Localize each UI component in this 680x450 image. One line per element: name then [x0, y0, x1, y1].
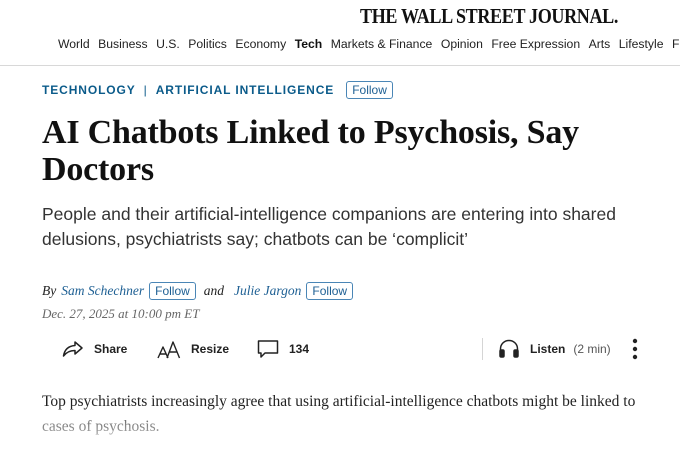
nav-item-tech[interactable]: Tech: [295, 37, 323, 51]
comment-icon: [257, 339, 279, 359]
nav-item-economy[interactable]: Economy: [235, 37, 286, 51]
listen-label: Listen: [530, 342, 566, 356]
headphones-icon: [498, 339, 520, 359]
article-headline: AI Chatbots Linked to Psychosis, Say Doc…: [42, 114, 579, 188]
share-label: Share: [94, 342, 128, 356]
header-divider: [0, 65, 680, 66]
publish-date: Dec. 27, 2025 at 10:00 pm ET: [42, 306, 200, 321]
nav-item-markets-finance[interactable]: Markets & Finance: [331, 37, 433, 51]
nav-item-free-expression[interactable]: Free Expression: [491, 37, 580, 51]
nav-item-opinion[interactable]: Opinion: [441, 37, 483, 51]
resize-button[interactable]: Resize: [157, 336, 229, 362]
more-vertical-icon: [632, 338, 638, 360]
comments-button[interactable]: 134: [257, 336, 309, 362]
nav-item-politics[interactable]: Politics: [188, 37, 227, 51]
text-resize-icon: [157, 339, 181, 359]
masthead-logo[interactable]: THE WALL STREET JOURNAL.: [360, 4, 618, 29]
author-link-2[interactable]: Julie Jargon: [234, 283, 301, 299]
more-options-button[interactable]: [630, 336, 640, 362]
resize-label: Resize: [191, 342, 230, 356]
follow-topic-button[interactable]: Follow: [346, 81, 393, 99]
nav-item-arts[interactable]: Arts: [589, 37, 611, 51]
share-icon: [62, 340, 84, 358]
section-nav: World Business U.S. Politics Economy Tec…: [58, 37, 680, 51]
toolbar-divider: [482, 338, 483, 360]
listen-button[interactable]: Listen (2 min): [498, 336, 611, 362]
section-ai-link[interactable]: ARTIFICIAL INTELLIGENCE: [156, 83, 334, 97]
article-body-lead: Top psychiatrists increasingly agree tha…: [42, 393, 636, 435]
follow-author-1-button[interactable]: Follow: [149, 282, 196, 300]
nav-item-truncated[interactable]: F: [672, 37, 679, 51]
byline-prefix: By: [42, 283, 57, 298]
nav-item-lifestyle[interactable]: Lifestyle: [619, 37, 664, 51]
comment-count: 134: [289, 342, 310, 356]
follow-author-2-button[interactable]: Follow: [306, 282, 354, 300]
listen-duration: (2 min): [573, 342, 611, 356]
nav-item-business[interactable]: Business: [98, 37, 147, 51]
nav-item-world[interactable]: World: [58, 37, 90, 51]
section-technology-link[interactable]: TECHNOLOGY: [42, 83, 136, 97]
section-label: TECHNOLOGY | ARTIFICIAL INTELLIGENCE Fol…: [42, 81, 393, 99]
article-toolbar: Share Resize 134 Listen (2 min): [62, 336, 652, 362]
share-button[interactable]: Share: [62, 336, 127, 362]
nav-item-us[interactable]: U.S.: [156, 37, 180, 51]
section-separator: |: [143, 83, 148, 97]
byline-and: and: [203, 283, 225, 298]
author-link-1[interactable]: Sam Schechner: [61, 283, 144, 299]
article-dek: People and their artificial-intelligence…: [42, 204, 616, 249]
byline: By Sam Schechner Follow and Julie Jargon…: [42, 282, 354, 300]
